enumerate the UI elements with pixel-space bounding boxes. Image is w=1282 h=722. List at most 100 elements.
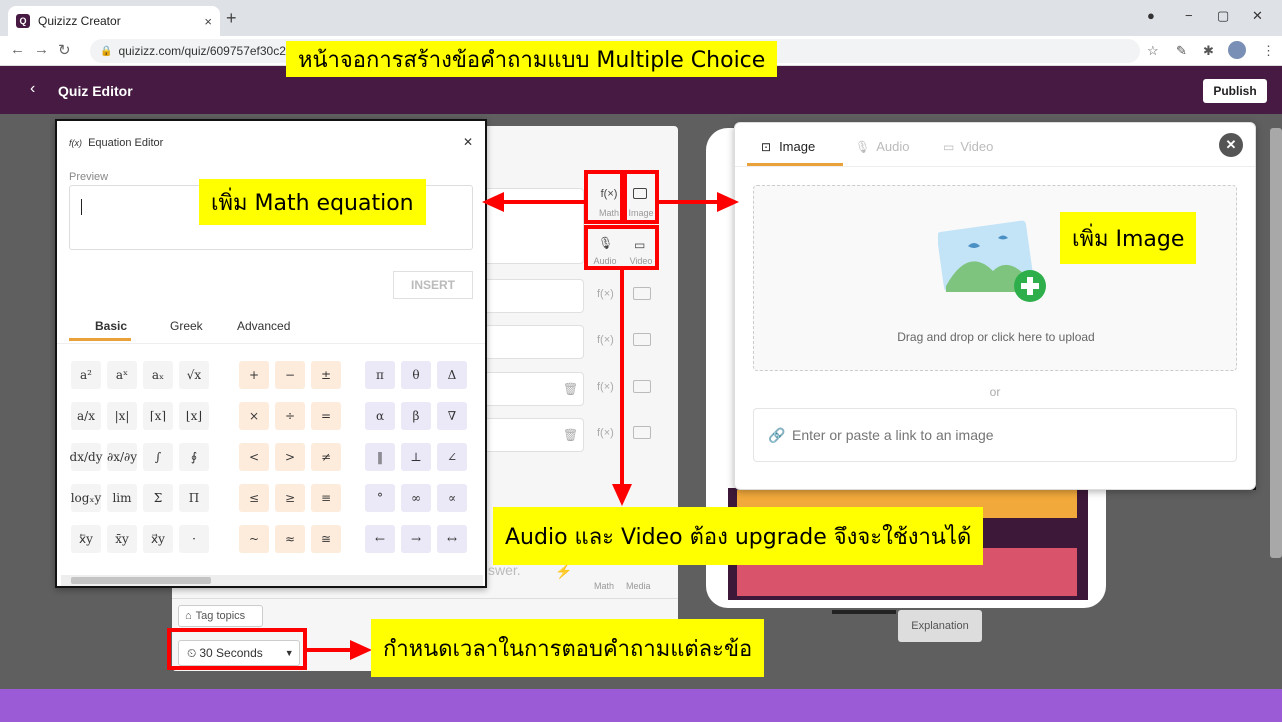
- equation-key[interactable]: ≤: [239, 484, 269, 512]
- equation-key[interactable]: ÷: [275, 402, 305, 430]
- publish-button[interactable]: Publish: [1203, 79, 1267, 103]
- tab-image[interactable]: ⊡ Image: [761, 139, 815, 154]
- equation-key[interactable]: √x: [179, 361, 209, 389]
- equation-key[interactable]: ‖: [365, 443, 395, 471]
- equation-key[interactable]: |x|: [107, 402, 137, 430]
- explanation-button[interactable]: Explanation: [898, 610, 982, 642]
- equation-key[interactable]: ↔: [437, 525, 467, 553]
- equation-key[interactable]: +: [239, 361, 269, 389]
- avatar[interactable]: [1228, 41, 1246, 59]
- equation-key[interactable]: ≡: [311, 484, 341, 512]
- equation-key[interactable]: ∝: [437, 484, 467, 512]
- equation-key[interactable]: Δ: [437, 361, 467, 389]
- math-icon[interactable]: f(×): [597, 427, 614, 439]
- equation-key[interactable]: ≠: [311, 443, 341, 471]
- math-icon[interactable]: f(×): [597, 288, 614, 300]
- page-scrollbar[interactable]: [1270, 128, 1282, 558]
- equation-key[interactable]: π: [365, 361, 395, 389]
- equation-key[interactable]: ∫: [143, 443, 173, 471]
- star-icon[interactable]: ☆: [1147, 43, 1159, 59]
- option-row[interactable]: [482, 325, 584, 359]
- equation-editor-title: f(x) Equation Editor: [69, 137, 163, 149]
- equation-key[interactable]: ∇: [437, 402, 467, 430]
- math-icon[interactable]: f(×): [597, 334, 614, 346]
- equation-key[interactable]: ·: [179, 525, 209, 553]
- equation-key[interactable]: −: [275, 361, 305, 389]
- equation-key[interactable]: Σ: [143, 484, 173, 512]
- equation-key[interactable]: →: [401, 525, 431, 553]
- image-icon[interactable]: [633, 380, 651, 393]
- math-icon[interactable]: f(×): [597, 381, 614, 393]
- extension-icon[interactable]: ✎: [1176, 43, 1187, 59]
- equation-key[interactable]: a²: [71, 361, 101, 389]
- equation-key[interactable]: x⃖y: [71, 525, 101, 553]
- tab-close-icon[interactable]: ×: [204, 14, 212, 29]
- image-link-input[interactable]: [792, 421, 1222, 449]
- equation-key[interactable]: α: [365, 402, 395, 430]
- equation-key[interactable]: x⃗y: [143, 525, 173, 553]
- equation-key[interactable]: lim: [107, 484, 137, 512]
- close-icon[interactable]: ✕: [1219, 133, 1243, 157]
- new-tab-icon[interactable]: +: [226, 8, 237, 29]
- equation-key[interactable]: ≅: [311, 525, 341, 553]
- math-tool-label-bottom[interactable]: Math: [594, 581, 614, 591]
- browser-tab[interactable]: Q Quizizz Creator ×: [8, 6, 220, 36]
- equation-key[interactable]: θ: [401, 361, 431, 389]
- equation-key[interactable]: ⌈x⌉: [143, 402, 173, 430]
- equation-key[interactable]: ⊥: [401, 443, 431, 471]
- tab-video[interactable]: ▭ Video: [943, 139, 993, 154]
- tab-audio[interactable]: 🎙 Audio: [855, 139, 909, 154]
- equation-key[interactable]: ×: [239, 402, 269, 430]
- equation-key[interactable]: Π: [179, 484, 209, 512]
- forward-arrow-icon[interactable]: →: [34, 41, 49, 58]
- equation-key[interactable]: ∞: [401, 484, 431, 512]
- option-row[interactable]: [482, 279, 584, 313]
- equation-key[interactable]: aₓ: [143, 361, 173, 389]
- scrollbar-thumb[interactable]: [71, 577, 211, 584]
- puzzle-icon[interactable]: ✱: [1203, 43, 1214, 59]
- maximize-icon[interactable]: ▢: [1217, 8, 1229, 24]
- image-link-field[interactable]: 🔗: [753, 408, 1237, 462]
- equation-key[interactable]: ∠: [437, 443, 467, 471]
- equation-key[interactable]: <: [239, 443, 269, 471]
- tab-basic[interactable]: Basic: [95, 319, 127, 333]
- back-arrow-icon[interactable]: ←: [10, 41, 25, 58]
- arrowhead-right-icon: [717, 192, 739, 212]
- profile-dot-icon[interactable]: ●: [1147, 8, 1155, 23]
- tab-advanced[interactable]: Advanced: [237, 319, 290, 333]
- insert-button[interactable]: INSERT: [393, 271, 473, 299]
- media-tool-label[interactable]: Media: [626, 581, 651, 591]
- equation-key[interactable]: =: [311, 402, 341, 430]
- image-icon[interactable]: [633, 287, 651, 300]
- tag-topics-button[interactable]: ⌂ Tag topics: [178, 605, 263, 627]
- equation-key[interactable]: ∂x/∂y: [107, 443, 137, 471]
- equation-key[interactable]: dx/dy: [70, 443, 102, 471]
- equation-key[interactable]: ←: [365, 525, 395, 553]
- horizontal-scrollbar[interactable]: [61, 575, 483, 586]
- equation-key[interactable]: >: [275, 443, 305, 471]
- annotation-arrow-image: [659, 200, 725, 204]
- equation-key[interactable]: ≈: [275, 525, 305, 553]
- equation-key[interactable]: ⌊x⌋: [179, 402, 209, 430]
- equation-key[interactable]: x̄y: [107, 525, 137, 553]
- equation-key[interactable]: ≥: [275, 484, 305, 512]
- equation-key[interactable]: ±: [311, 361, 341, 389]
- equation-key[interactable]: aˣ: [107, 361, 137, 389]
- trash-icon[interactable]: 🗑: [563, 382, 578, 396]
- minimize-icon[interactable]: −: [1185, 8, 1193, 23]
- image-icon[interactable]: [633, 333, 651, 346]
- equation-key[interactable]: ~: [239, 525, 269, 553]
- equation-key[interactable]: a/x: [71, 402, 101, 430]
- window-close-icon[interactable]: ✕: [1252, 8, 1263, 24]
- trash-icon[interactable]: 🗑: [563, 428, 578, 442]
- equation-key[interactable]: ∮: [179, 443, 209, 471]
- tab-greek[interactable]: Greek: [170, 319, 203, 333]
- chevron-left-icon[interactable]: ‹: [30, 80, 35, 98]
- image-icon[interactable]: [633, 426, 651, 439]
- menu-dots-icon[interactable]: ⋮: [1262, 43, 1275, 59]
- equation-key[interactable]: logₓy: [71, 484, 101, 512]
- equation-key[interactable]: β: [401, 402, 431, 430]
- close-icon[interactable]: ✕: [463, 135, 473, 149]
- equation-key[interactable]: °: [365, 484, 395, 512]
- reload-icon[interactable]: ↻: [58, 41, 71, 59]
